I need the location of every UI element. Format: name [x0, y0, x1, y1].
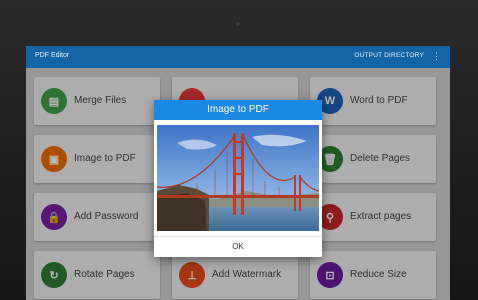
app-screen: PDF Editor OUTPUT DIRECTORY ⋮ ▤ Merge Fi… — [26, 46, 450, 300]
overflow-menu-icon[interactable]: ⋮ — [432, 51, 441, 61]
dialog-title: Image to PDF — [154, 100, 322, 120]
image-to-pdf-dialog: Image to PDF OK — [154, 100, 322, 257]
app-bar: PDF Editor OUTPUT DIRECTORY ⋮ — [26, 46, 450, 68]
golden-gate-photo — [157, 125, 319, 231]
output-directory-button[interactable]: OUTPUT DIRECTORY — [354, 52, 424, 59]
dialog-actions: OK — [154, 236, 322, 258]
camera-dot — [236, 22, 240, 26]
image-preview — [157, 125, 319, 231]
app-title: PDF Editor — [35, 52, 70, 59]
ok-button[interactable]: OK — [154, 237, 322, 257]
